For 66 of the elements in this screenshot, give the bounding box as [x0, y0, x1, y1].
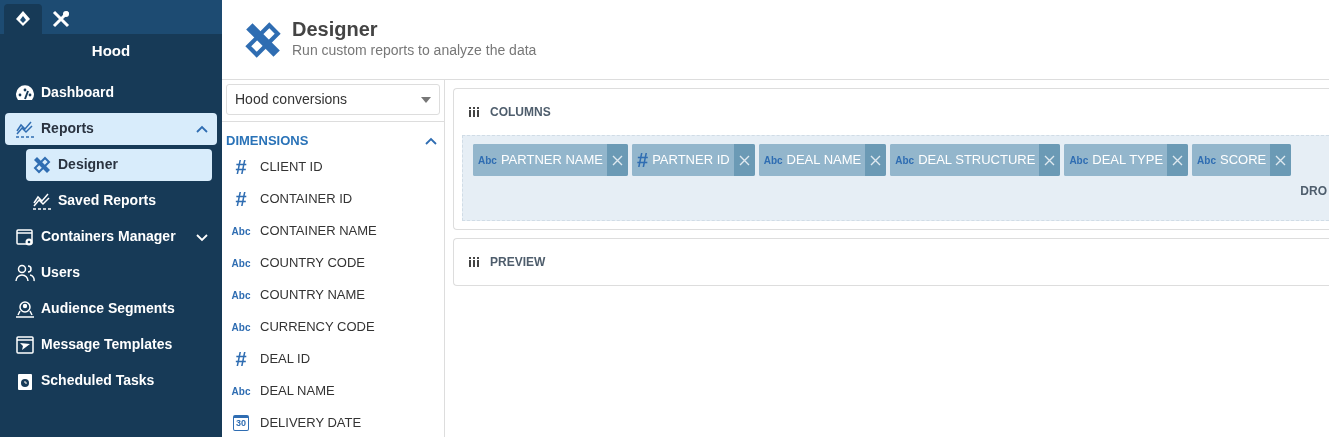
nav-item[interactable]: Audience Segments — [5, 292, 217, 325]
number-type-icon: # — [230, 349, 252, 369]
panel-title: PREVIEW — [490, 254, 546, 271]
text-type-icon: Abc — [1069, 152, 1089, 168]
close-icon — [1044, 154, 1056, 166]
field-item[interactable]: DEAL ID — [260, 349, 311, 369]
nav-item[interactable]: Message Templates — [5, 328, 217, 361]
chevron-up-icon[interactable] — [424, 136, 438, 147]
number-type-icon: # — [230, 157, 252, 177]
text-type-icon: Abc — [230, 287, 252, 303]
nav-item[interactable]: Users — [5, 256, 217, 289]
remove-button[interactable] — [1167, 144, 1189, 176]
close-icon — [612, 154, 623, 166]
panel-title: COLUMNS — [490, 104, 551, 121]
text-type-icon: Abc — [230, 383, 252, 399]
field-item[interactable]: CONTAINER ID — [260, 189, 353, 209]
text-type-icon: Abc — [763, 152, 783, 168]
close-icon — [870, 154, 882, 166]
field-item[interactable]: CURRENCY CODE — [260, 317, 375, 337]
grip-icon[interactable] — [468, 257, 480, 267]
remove-button[interactable] — [733, 144, 755, 176]
nav-item[interactable]: Scheduled Tasks — [5, 364, 217, 397]
source-select[interactable]: Hood conversions — [226, 84, 440, 115]
field-item[interactable]: CLIENT ID — [260, 157, 323, 177]
chevron-down-icon — [195, 231, 209, 242]
send-window-icon — [15, 334, 35, 355]
users-icon — [15, 262, 35, 283]
field-item[interactable]: DEAL NAME — [260, 381, 335, 401]
drop-hint: DRO — [1300, 183, 1327, 200]
field-item[interactable]: DELIVERY DATE — [260, 413, 362, 433]
nav-item[interactable]: Saved Reports — [26, 184, 212, 217]
audience-icon — [15, 298, 35, 319]
text-type-icon: Abc — [1197, 152, 1216, 168]
close-icon — [1172, 154, 1184, 166]
text-type-icon: Abc — [230, 319, 252, 335]
close-icon — [1275, 154, 1287, 166]
gauge-icon — [15, 82, 35, 103]
caret-icon — [421, 96, 431, 103]
number-type-icon: # — [230, 189, 252, 209]
field-item[interactable]: COUNTRY NAME — [260, 285, 365, 305]
remove-button[interactable] — [1039, 144, 1061, 176]
field-item[interactable]: CONTAINER NAME — [260, 221, 377, 241]
calendar-icon: 30 — [233, 415, 249, 431]
text-type-icon: Abc — [230, 223, 252, 239]
grip-icon[interactable] — [468, 107, 480, 117]
chevron-up-icon — [195, 123, 209, 134]
page-subtitle: Run custom reports to analyze the data — [292, 41, 537, 60]
number-type-icon: # — [637, 150, 649, 170]
remove-button[interactable] — [1270, 144, 1292, 176]
nav-item[interactable]: Containers Manager — [5, 220, 217, 253]
app-title: Hood — [91, 41, 131, 61]
text-type-icon: Abc — [230, 255, 252, 271]
tools-icon — [51, 9, 71, 29]
page-title: Designer — [292, 18, 379, 40]
text-type-icon: Abc — [895, 152, 915, 168]
remove-button[interactable] — [607, 144, 628, 176]
field-item[interactable]: COUNTRY CODE — [260, 253, 365, 273]
close-icon — [738, 154, 750, 166]
window-gear-icon — [15, 226, 35, 247]
remove-button[interactable] — [865, 144, 887, 176]
nav-item[interactable]: Designer — [26, 148, 212, 181]
nav-item[interactable]: Dashboard — [5, 76, 217, 109]
hood-tab[interactable] — [4, 4, 42, 34]
section-title: DIMENSIONS — [226, 131, 309, 150]
nav-item[interactable]: Reports — [5, 112, 217, 145]
text-type-icon: Abc — [478, 152, 497, 168]
